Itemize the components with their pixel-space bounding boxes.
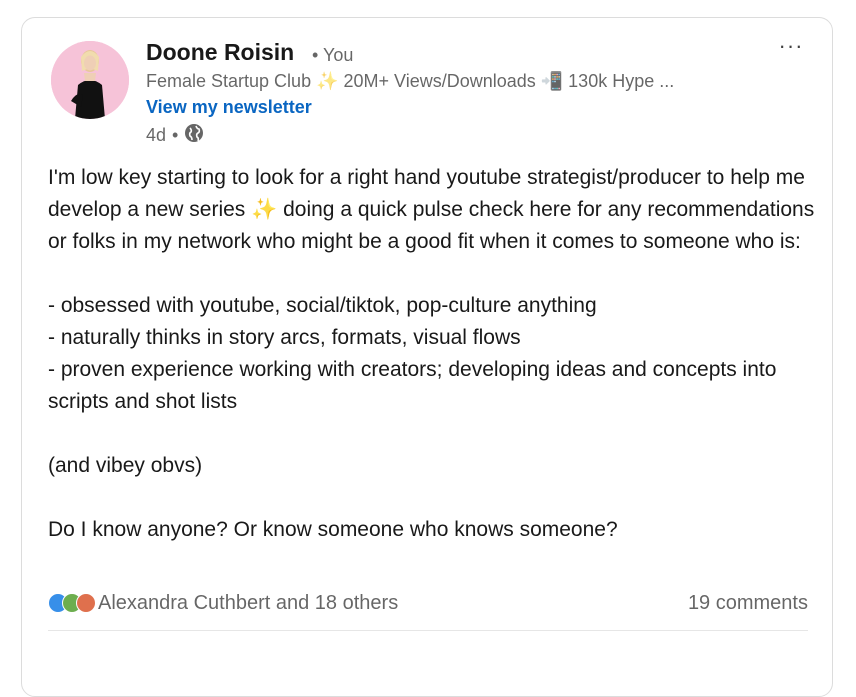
view-newsletter-link[interactable]: View my newsletter <box>146 97 312 118</box>
globe-icon <box>184 123 204 148</box>
avatar-photo <box>51 41 129 119</box>
more-options-button[interactable]: ··· <box>774 35 808 62</box>
post-meta: 4d • <box>146 123 204 148</box>
author-name[interactable]: Doone Roisin <box>146 39 294 66</box>
divider <box>48 630 808 631</box>
post-card: Doone Roisin • You Female Startup Club ✨… <box>21 17 833 697</box>
reaction-icons <box>48 593 96 613</box>
love-icon <box>76 593 96 613</box>
post-body: I'm low key starting to look for a right… <box>48 162 818 546</box>
comments-count[interactable]: 19 comments <box>688 592 808 615</box>
post-intro: I'm low key starting to look for a right… <box>48 166 815 253</box>
reactions-text[interactable]: Alexandra Cuthbert and 18 others <box>98 592 398 615</box>
meta-separator: • <box>172 125 179 145</box>
author-avatar[interactable] <box>51 41 129 119</box>
author-headline: Female Startup Club ✨ 20M+ Views/Downloa… <box>146 71 675 91</box>
post-bullet: - obsessed with youtube, social/tiktok, … <box>48 294 597 317</box>
connection-degree: • You <box>312 45 354 65</box>
post-time: 4d <box>146 125 167 145</box>
post-aside: (and vibey obvs) <box>48 454 203 477</box>
reactions-summary[interactable]: Alexandra Cuthbert and 18 others <box>48 592 398 615</box>
post-bullet: - proven experience working with creator… <box>48 358 777 413</box>
post-closing: Do I know anyone? Or know someone who kn… <box>48 518 618 541</box>
post-bullet: - naturally thinks in story arcs, format… <box>48 326 521 349</box>
social-counts-bar: Alexandra Cuthbert and 18 others 19 comm… <box>48 588 808 618</box>
